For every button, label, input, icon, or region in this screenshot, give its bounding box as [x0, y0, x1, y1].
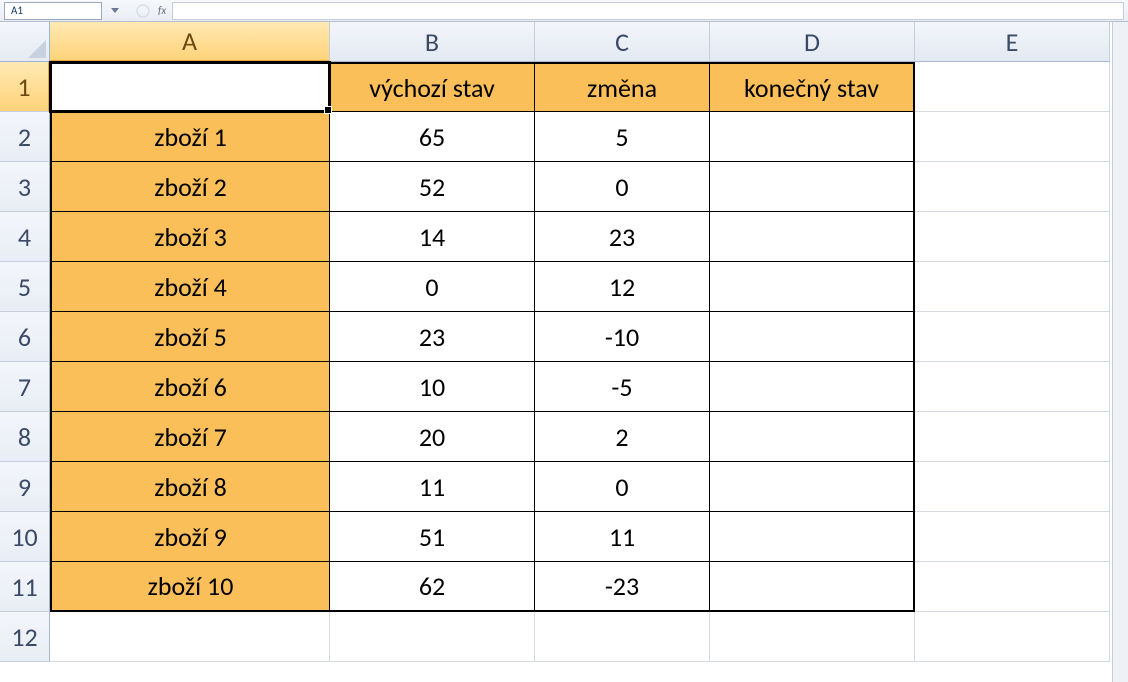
cell-E8[interactable] — [915, 412, 1110, 462]
row-header-7[interactable]: 7 — [0, 362, 50, 412]
cell-C12[interactable] — [535, 612, 710, 662]
cell-A6[interactable]: zboží 5 — [50, 312, 330, 362]
row-header-8[interactable]: 8 — [0, 412, 50, 462]
cell-B4[interactable]: 14 — [330, 212, 535, 262]
cell-D6[interactable] — [710, 312, 915, 362]
row-header-5[interactable]: 5 — [0, 262, 50, 312]
row-header-6[interactable]: 6 — [0, 312, 50, 362]
column-header-B[interactable]: B — [330, 22, 535, 62]
cell-A9[interactable]: zboží 8 — [50, 462, 330, 512]
column-header-E[interactable]: E — [915, 22, 1110, 62]
row-header-11[interactable]: 11 — [0, 562, 50, 612]
name-box-dropdown-icon[interactable] — [108, 8, 122, 14]
cell-A1[interactable] — [50, 62, 330, 112]
cell-B11[interactable]: 62 — [330, 562, 535, 612]
row-header-1[interactable]: 1 — [0, 62, 50, 112]
cell-E12[interactable] — [915, 612, 1110, 662]
vertical-scrollbar[interactable] — [1112, 22, 1128, 682]
cell-A11[interactable]: zboží 10 — [50, 562, 330, 612]
row-header-3[interactable]: 3 — [0, 162, 50, 212]
cell-E9[interactable] — [915, 462, 1110, 512]
cell-B6[interactable]: 23 — [330, 312, 535, 362]
cell-C10[interactable]: 11 — [535, 512, 710, 562]
cancel-formula-icon — [132, 2, 154, 20]
name-box-value: A1 — [11, 4, 23, 17]
cell-C3[interactable]: 0 — [535, 162, 710, 212]
cell-A10[interactable]: zboží 9 — [50, 512, 330, 562]
cell-E6[interactable] — [915, 312, 1110, 362]
cell-D1[interactable]: konečný stav — [710, 62, 915, 112]
cell-E7[interactable] — [915, 362, 1110, 412]
cell-B8[interactable]: 20 — [330, 412, 535, 462]
spreadsheet-grid[interactable]: A B C D E 1 výchozí stav změna konečný s… — [0, 22, 1128, 662]
cell-C11[interactable]: -23 — [535, 562, 710, 612]
formula-input[interactable] — [172, 2, 1124, 20]
cell-B2[interactable]: 65 — [330, 112, 535, 162]
cell-B12[interactable] — [330, 612, 535, 662]
cell-C9[interactable]: 0 — [535, 462, 710, 512]
cell-B7[interactable]: 10 — [330, 362, 535, 412]
cell-E4[interactable] — [915, 212, 1110, 262]
cell-E11[interactable] — [915, 562, 1110, 612]
cell-B10[interactable]: 51 — [330, 512, 535, 562]
cell-C7[interactable]: -5 — [535, 362, 710, 412]
cell-A3[interactable]: zboží 2 — [50, 162, 330, 212]
cell-A5[interactable]: zboží 4 — [50, 262, 330, 312]
row-header-4[interactable]: 4 — [0, 212, 50, 262]
cell-B9[interactable]: 11 — [330, 462, 535, 512]
column-header-C[interactable]: C — [535, 22, 710, 62]
cell-C8[interactable]: 2 — [535, 412, 710, 462]
row-header-10[interactable]: 10 — [0, 512, 50, 562]
cell-C5[interactable]: 12 — [535, 262, 710, 312]
cell-C2[interactable]: 5 — [535, 112, 710, 162]
cell-D3[interactable] — [710, 162, 915, 212]
cell-A4[interactable]: zboží 3 — [50, 212, 330, 262]
cell-E5[interactable] — [915, 262, 1110, 312]
cell-E3[interactable] — [915, 162, 1110, 212]
cell-D5[interactable] — [710, 262, 915, 312]
cell-B1[interactable]: výchozí stav — [330, 62, 535, 112]
cell-E10[interactable] — [915, 512, 1110, 562]
cell-D12[interactable] — [710, 612, 915, 662]
cell-C6[interactable]: -10 — [535, 312, 710, 362]
cell-E1[interactable] — [915, 62, 1110, 112]
cell-D11[interactable] — [710, 562, 915, 612]
cell-D4[interactable] — [710, 212, 915, 262]
select-all-corner[interactable] — [0, 22, 50, 62]
row-header-12[interactable]: 12 — [0, 612, 50, 662]
name-box[interactable]: A1 — [4, 2, 102, 20]
cell-C1[interactable]: změna — [535, 62, 710, 112]
cell-A12[interactable] — [50, 612, 330, 662]
row-header-2[interactable]: 2 — [0, 112, 50, 162]
column-header-D[interactable]: D — [710, 22, 915, 62]
cell-D9[interactable] — [710, 462, 915, 512]
cell-D2[interactable] — [710, 112, 915, 162]
cell-A7[interactable]: zboží 6 — [50, 362, 330, 412]
cell-A2[interactable]: zboží 1 — [50, 112, 330, 162]
fx-label[interactable]: fx — [158, 4, 166, 17]
cell-E2[interactable] — [915, 112, 1110, 162]
cell-D8[interactable] — [710, 412, 915, 462]
cell-D7[interactable] — [710, 362, 915, 412]
column-header-A[interactable]: A — [50, 22, 330, 62]
cell-A8[interactable]: zboží 7 — [50, 412, 330, 462]
row-header-9[interactable]: 9 — [0, 462, 50, 512]
cell-C4[interactable]: 23 — [535, 212, 710, 262]
cell-B3[interactable]: 52 — [330, 162, 535, 212]
formula-bar: A1 fx — [0, 0, 1128, 22]
cell-D10[interactable] — [710, 512, 915, 562]
cell-B5[interactable]: 0 — [330, 262, 535, 312]
